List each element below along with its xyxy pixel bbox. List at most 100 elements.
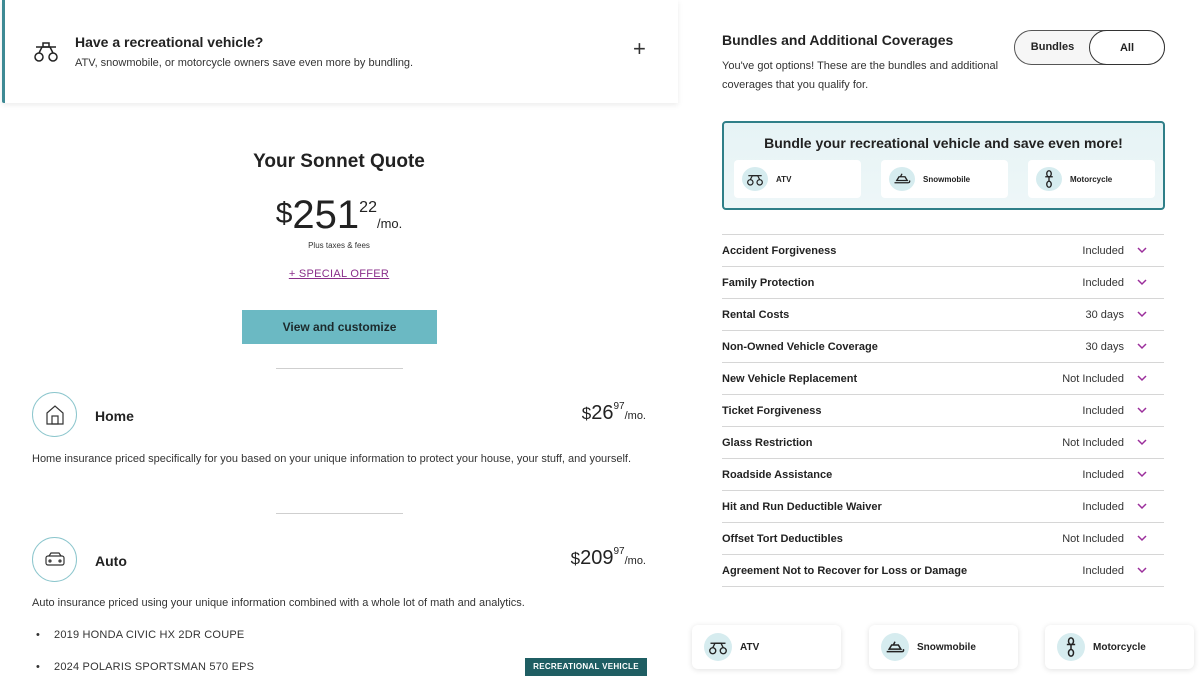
atv-icon [742,167,768,191]
home-product-price: $2697/mo. [581,401,646,425]
bottom-card-atv[interactable]: ATV [692,625,841,669]
chevron-down-icon[interactable] [1136,468,1148,480]
price-cents: 97 [613,401,625,412]
coverage-name: Hit and Run Deductible Waiver [722,501,882,513]
coverage-row[interactable]: Offset Tort Deductibles Not Included [722,522,1164,554]
coverage-name: New Vehicle Replacement [722,373,858,385]
bundle-card-atv[interactable]: ATV [734,160,861,198]
price-currency: $ [570,549,581,568]
bullet: • [36,629,41,641]
atv-icon [33,40,59,64]
bottom-card-label: Motorcycle [1093,641,1146,653]
bundle-rv-box: Bundle your recreational vehicle and sav… [722,121,1165,210]
coverage-value: 30 days [1085,309,1124,321]
price-whole: 209 [580,547,614,569]
price-cents: 22 [359,199,377,216]
divider [276,368,403,369]
home-product-description: Home insurance priced specifically for y… [32,453,632,465]
auto-product-description: Auto insurance priced using your unique … [32,597,525,609]
bundle-card-motorcycle[interactable]: Motorcycle [1028,160,1155,198]
coverage-row[interactable]: New Vehicle Replacement Not Included [722,362,1164,394]
rv-bundle-banner[interactable]: Have a recreational vehicle? ATV, snowmo… [2,0,678,103]
bottom-card-motorcycle[interactable]: Motorcycle [1045,625,1194,669]
bottom-card-label: ATV [740,641,760,653]
price-period: /mo. [376,216,403,231]
coverage-name: Ticket Forgiveness [722,405,822,417]
coverage-value: Included [1082,501,1124,513]
snowmobile-icon [889,167,915,191]
chevron-down-icon[interactable] [1136,564,1148,576]
vehicle-list-item: • 2024 POLARIS SPORTSMAN 570 EPS [36,661,254,673]
chevron-down-icon[interactable] [1136,276,1148,288]
auto-product-name: Auto [95,553,127,569]
price-period: /mo. [624,555,646,567]
coverage-value: 30 days [1085,341,1124,353]
bundle-box-title: Bundle your recreational vehicle and sav… [764,135,1123,151]
rv-banner-title: Have a recreational vehicle? [75,34,264,50]
bottom-card-snowmobile[interactable]: Snowmobile [869,625,1018,669]
motorcycle-icon [1036,167,1062,191]
coverage-value: Included [1082,469,1124,481]
chevron-down-icon[interactable] [1136,404,1148,416]
coverage-name: Glass Restriction [722,437,813,449]
coverage-row[interactable]: Roadside Assistance Included [722,458,1164,490]
price-currency: $ [275,197,293,230]
special-offer-link[interactable]: + SPECIAL OFFER [0,268,678,280]
coverage-row[interactable]: Agreement Not to Recover for Loss or Dam… [722,554,1164,586]
home-product-icon [32,392,77,437]
coverage-row[interactable]: Accident Forgiveness Included [722,234,1164,266]
price-period: /mo. [624,410,646,422]
house-icon [45,404,64,425]
rv-banner-subtitle: ATV, snowmobile, or motorcycle owners sa… [75,57,414,69]
home-product-name: Home [95,408,134,424]
motorcycle-icon [1057,633,1085,661]
bundles-all-toggle: Bundles All [1014,30,1165,65]
coverage-row[interactable]: Hit and Run Deductible Waiver Included [722,490,1164,522]
coverage-value: Included [1082,245,1124,257]
coverage-row[interactable]: Non-Owned Vehicle Coverage 30 days [722,330,1164,362]
chevron-down-icon[interactable] [1136,436,1148,448]
chevron-down-icon[interactable] [1136,372,1148,384]
price-whole: 251 [292,193,360,237]
coverage-row[interactable]: Family Protection Included [722,266,1164,298]
chevron-down-icon[interactable] [1136,340,1148,352]
price-cents: 97 [613,546,625,557]
bullet: • [36,661,41,673]
coverage-value: Included [1082,565,1124,577]
quote-total-price: $25122/mo. [0,193,678,238]
taxes-note: Plus taxes & fees [308,241,370,250]
coverage-name: Accident Forgiveness [722,245,837,257]
coverage-value: Not Included [1062,373,1124,385]
coverage-value: Included [1082,405,1124,417]
chevron-down-icon[interactable] [1136,308,1148,320]
coverage-value: Not Included [1062,437,1124,449]
price-whole: 26 [591,402,614,424]
auto-product-price: $20997/mo. [570,546,646,570]
divider [722,586,1164,587]
bundle-card-snowmobile[interactable]: Snowmobile [881,160,1008,198]
bundle-card-label: ATV [776,174,792,184]
quote-title: Your Sonnet Quote [253,151,425,172]
coverage-row[interactable]: Glass Restriction Not Included [722,426,1164,458]
price-currency: $ [581,404,592,423]
coverage-name: Roadside Assistance [722,469,833,481]
coverage-value: Included [1082,277,1124,289]
chevron-down-icon[interactable] [1136,244,1148,256]
vehicle-name: 2019 HONDA CIVIC HX 2DR COUPE [54,629,245,641]
coverage-row[interactable]: Ticket Forgiveness Included [722,394,1164,426]
snowmobile-icon [881,633,909,661]
expand-plus-icon[interactable]: + [633,38,646,60]
view-customize-button[interactable]: View and customize [242,310,437,344]
recreational-vehicle-badge: RECREATIONAL VEHICLE [525,658,647,676]
chevron-down-icon[interactable] [1136,500,1148,512]
chevron-down-icon[interactable] [1136,532,1148,544]
bundle-card-label: Snowmobile [923,174,971,184]
coverage-name: Offset Tort Deductibles [722,533,843,545]
toggle-all-option[interactable]: All [1089,30,1165,65]
vehicle-name: 2024 POLARIS SPORTSMAN 570 EPS [54,661,255,673]
toggle-bundles-option[interactable]: Bundles [1015,31,1090,64]
coverage-name: Non-Owned Vehicle Coverage [722,341,878,353]
bottom-card-label: Snowmobile [917,641,976,653]
coverage-row[interactable]: Rental Costs 30 days [722,298,1164,330]
bundles-panel-subtitle: You've got options! These are the bundle… [722,60,999,91]
